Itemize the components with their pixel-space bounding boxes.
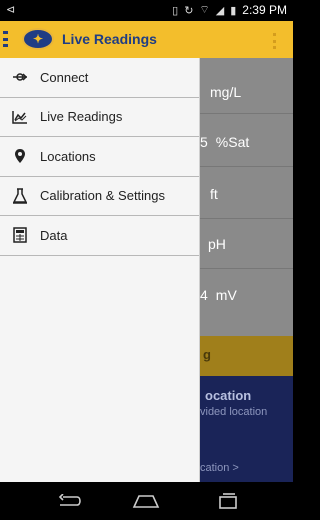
divider (200, 166, 293, 167)
status-time: 2:39 PM (242, 3, 287, 17)
reading-unit: mV (215, 287, 237, 303)
status-band-text: g (203, 347, 211, 362)
status-bar: ⊲ ▯ ↻ ⌔ ◢ ▮ 2:39 PM (0, 0, 293, 21)
divider (200, 113, 293, 114)
battery-icon: ▮ (230, 4, 237, 17)
status-band: g (200, 336, 293, 376)
drawer-item-label: Locations (40, 148, 96, 164)
location-title: ocation (205, 388, 252, 403)
location-pin-icon (12, 148, 28, 164)
reading-unit: mg/L (210, 84, 242, 100)
status-icons: ▯ ↻ ⌔ ◢ ▮ 2:39 PM (172, 3, 287, 17)
location-subtitle: vided location (200, 406, 268, 418)
drawer-item-label: Data (40, 227, 68, 243)
data-icon (12, 227, 28, 243)
location-link: cation > (200, 462, 239, 474)
back-icon[interactable] (56, 491, 84, 511)
location-panel: ocation vided location cation > (200, 376, 293, 482)
reading-value: 4 (200, 287, 208, 303)
flask-icon (12, 188, 28, 204)
app-logo-icon[interactable]: ✦ (22, 28, 54, 50)
app-bar: ✦ Live Readings (0, 21, 293, 58)
sync-icon: ↻ (184, 4, 194, 17)
reading-row: mg/L (210, 84, 241, 100)
vibrate-icon: ▯ (172, 4, 179, 17)
home-icon[interactable] (132, 491, 160, 511)
drawer-item-label: Live Readings (40, 109, 123, 125)
drawer-item-live-readings[interactable]: Live Readings (0, 98, 199, 137)
notification-icon: ⊲ (6, 4, 16, 16)
drawer-item-data[interactable]: Data (0, 216, 199, 256)
drawer-item-label: Calibration & Settings (40, 188, 166, 204)
divider (200, 268, 293, 269)
reading-row: 4 mV (200, 287, 237, 303)
navigation-drawer: Connect Live Readings Locations Calibrat… (0, 58, 200, 482)
recent-apps-icon[interactable] (214, 491, 242, 511)
reading-row: pH (208, 236, 226, 252)
menu-icon[interactable] (3, 31, 9, 47)
signal-icon: ◢ (215, 4, 225, 17)
reading-unit: pH (208, 236, 226, 252)
reading-value: 5 (200, 134, 208, 150)
page-title: Live Readings (62, 31, 157, 47)
overflow-menu-icon[interactable] (273, 33, 277, 49)
drawer-item-locations[interactable]: Locations (0, 137, 199, 177)
drawer-item-calibration-settings[interactable]: Calibration & Settings (0, 177, 199, 216)
wifi-icon: ⌔ (199, 4, 210, 16)
reading-unit: %Sat (215, 134, 250, 150)
drawer-item-connect[interactable]: Connect (0, 58, 199, 98)
reading-unit: ft (210, 186, 218, 202)
reading-row: ft (210, 186, 218, 202)
connect-icon (12, 69, 28, 85)
chart-icon (12, 109, 28, 125)
reading-row: 5 %Sat (200, 134, 249, 150)
divider (200, 218, 293, 219)
system-nav-bar (0, 482, 293, 520)
drawer-item-label: Connect (40, 69, 89, 85)
